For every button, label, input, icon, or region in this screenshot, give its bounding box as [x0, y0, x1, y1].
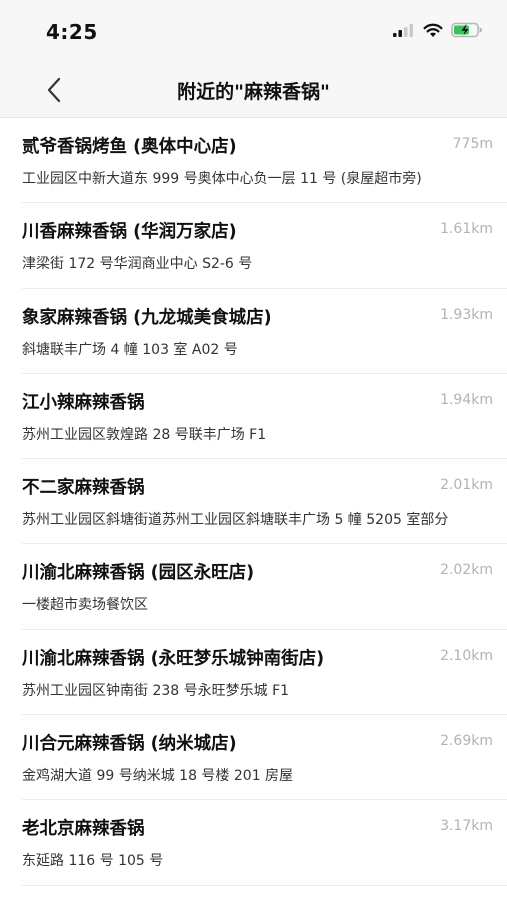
result-name: 川渝北麻辣香锅 (永旺梦乐城钟南街店) [22, 648, 325, 669]
result-item[interactable]: 江小辣麻辣香锅 1.94km 苏州工业园区敦煌路 28 号联丰广场 F1 [22, 374, 507, 460]
result-distance: 2.01km [440, 477, 493, 494]
result-distance: 2.69km [440, 733, 493, 750]
page-title: 附近的"麻辣香锅" [177, 81, 330, 103]
result-address: 苏州工业园区钟南街 238 号永旺梦乐城 F1 [22, 682, 290, 699]
status-icons [393, 22, 483, 38]
result-distance: 775m [452, 136, 493, 152]
result-name: 不二家麻辣香锅 [22, 478, 145, 499]
result-distance: 2.10km [440, 647, 493, 664]
result-address: 苏州工业园区斜塘街道苏州工业园区斜塘联丰广场 5 幢 5205 室部分 [22, 512, 449, 529]
search-results-list: 贰爷香锅烤鱼 (奥体中心店) 775m 工业园区中新大道东 999 号奥体中心负… [0, 118, 507, 886]
battery-charging-icon [451, 22, 482, 38]
result-item[interactable]: 象家麻辣香锅 (九龙城美食城店) 1.93km 斜塘联丰广场 4 幢 103 室… [22, 289, 507, 374]
result-distance: 2.02km [440, 562, 493, 579]
result-name: 川渝北麻辣香锅 (园区永旺店) [22, 563, 255, 584]
result-address: 金鸡湖大道 99 号纳米城 18 号楼 201 房屋 [22, 768, 294, 785]
result-item[interactable]: 老北京麻辣香锅 3.17km 东延路 116 号 105 号 [22, 800, 507, 886]
result-distance: 1.61km [440, 221, 493, 238]
status-time: 4:25 [46, 20, 98, 44]
result-item[interactable]: 川香麻辣香锅 (华润万家店) 1.61km 津梁街 172 号华润商业中心 S2… [22, 203, 507, 289]
result-name: 贰爷香锅烤鱼 (奥体中心店) [22, 137, 237, 157]
result-distance: 3.17km [440, 818, 493, 835]
result-distance: 1.93km [440, 306, 493, 323]
result-item[interactable]: 贰爷香锅烤鱼 (奥体中心店) 775m 工业园区中新大道东 999 号奥体中心负… [22, 118, 507, 204]
wifi-icon [423, 23, 443, 37]
cellular-signal-icon [393, 24, 413, 37]
result-address: 东延路 116 号 105 号 [22, 853, 164, 870]
navigation-bar: 附近的"麻辣香锅" [0, 62, 507, 118]
result-address: 苏州工业园区敦煌路 28 号联丰广场 F1 [22, 426, 267, 443]
result-item[interactable]: 不二家麻辣香锅 2.01km 苏州工业园区斜塘街道苏州工业园区斜塘联丰广场 5 … [22, 459, 507, 545]
result-address: 斜塘联丰广场 4 幢 103 室 A02 号 [22, 341, 238, 358]
result-item[interactable]: 川渝北麻辣香锅 (永旺梦乐城钟南街店) 2.10km 苏州工业园区钟南街 238… [22, 630, 507, 716]
result-distance: 1.94km [440, 391, 493, 408]
result-name: 老北京麻辣香锅 [22, 819, 145, 840]
result-name: 川香麻辣香锅 (华润万家店) [22, 222, 237, 243]
result-address: 一楼超市卖场餐饮区 [22, 597, 148, 614]
result-name: 川合元麻辣香锅 (纳米城店) [22, 734, 237, 755]
result-address: 工业园区中新大道东 999 号奥体中心负一层 11 号 (泉屋超市旁) [22, 171, 422, 187]
result-item[interactable]: 川合元麻辣香锅 (纳米城店) 2.69km 金鸡湖大道 99 号纳米城 18 号… [22, 715, 507, 801]
result-item[interactable]: 川渝北麻辣香锅 (园区永旺店) 2.02km 一楼超市卖场餐饮区 [22, 544, 507, 630]
result-address: 津梁街 172 号华润商业中心 S2-6 号 [22, 256, 253, 273]
result-name: 象家麻辣香锅 (九龙城美食城店) [22, 307, 272, 328]
result-name: 江小辣麻辣香锅 [22, 392, 145, 413]
status-bar: 4:25 [0, 0, 507, 62]
